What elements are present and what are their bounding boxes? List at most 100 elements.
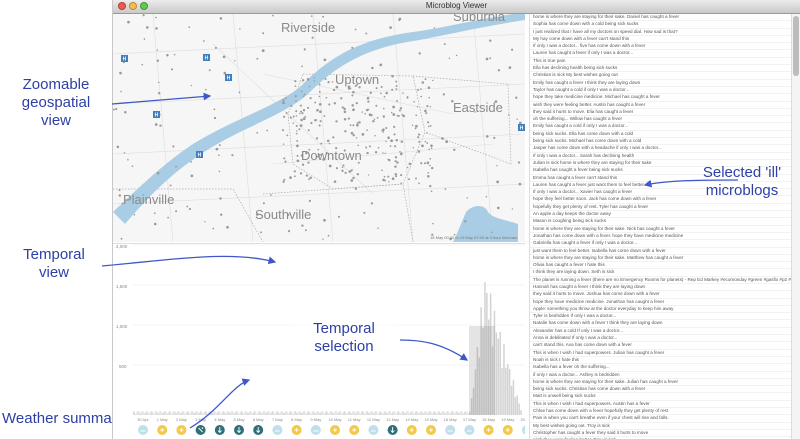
- microblog-list-item[interactable]: home is where they are staying for their…: [530, 14, 792, 22]
- microblog-list-item[interactable]: being sick sucks. Christian has come dow…: [530, 386, 792, 394]
- microblog-dot: [315, 137, 319, 140]
- microblog-list-item[interactable]: Natalie has come down with a fever I thi…: [530, 320, 792, 328]
- microblog-dot: [365, 32, 368, 35]
- microblog-feed[interactable]: home is where they are staying for their…: [529, 14, 792, 439]
- microblog-list-item[interactable]: hope they have medicine medicine. Jonath…: [530, 299, 792, 306]
- microblog-dot: [282, 99, 285, 102]
- feed-scrollbar[interactable]: [791, 14, 800, 439]
- weather-cloud-icon[interactable]: [522, 425, 532, 435]
- annotation-line: view: [38, 264, 69, 281]
- microblog-dot: [202, 40, 205, 42]
- microblog-list-item[interactable]: wish they were feeling better. Austin ha…: [530, 102, 792, 109]
- microblog-list-item[interactable]: Lauren has caught a fever if only I was …: [530, 50, 792, 58]
- microblog-list-item[interactable]: being sick sucks. Michael has come down …: [530, 138, 792, 146]
- timeline-date-label: 2 May: [176, 417, 187, 422]
- weather-cloud-icon[interactable]: [464, 425, 475, 435]
- microblog-list-item[interactable]: My hay come down with a fever can't stan…: [530, 36, 792, 44]
- microblog-list-item[interactable]: Christian is sick My best wishes going o…: [530, 72, 792, 80]
- microblog-list-item[interactable]: hope they take medicine medicine. Michae…: [530, 94, 792, 102]
- microblog-list-item[interactable]: Apple: something you throw at the doctor…: [530, 306, 792, 314]
- microblog-list-item[interactable]: Christopher has caught a fever they said…: [530, 430, 792, 438]
- microblog-list-item[interactable]: home is where they are staying for their…: [530, 379, 792, 387]
- histogram-bar: [514, 397, 517, 416]
- microblog-dot: [415, 124, 418, 128]
- microblog-list-item[interactable]: I just realized that I have all my docto…: [530, 29, 792, 36]
- weather-cloud-icon[interactable]: [445, 425, 456, 435]
- microblog-dot: [173, 53, 176, 56]
- microblog-list-item[interactable]: just want them to feel better. Isabella …: [530, 248, 792, 255]
- temporal-selection-overlay[interactable]: [469, 326, 495, 416]
- microblog-list-item[interactable]: Alexander has a cold If only I was a doc…: [530, 328, 792, 336]
- microblog-list-item[interactable]: oh the suffering... Willow has caught a …: [530, 116, 792, 124]
- weather-cloud-icon[interactable]: [310, 425, 321, 435]
- microblog-dot: [464, 220, 467, 223]
- microblog-list-item[interactable]: Jonathan has come down with a fever. hop…: [530, 233, 792, 241]
- microblog-list-item[interactable]: they said it hurts to move. Joshua has c…: [530, 291, 792, 299]
- microblog-list-item[interactable]: Matt is unwell being sick sucks: [530, 393, 792, 401]
- microblog-list-item[interactable]: An apple a day keeps the doctor away: [530, 211, 792, 219]
- microblog-list-item[interactable]: they said it hurts to move. Elia has cau…: [530, 109, 792, 117]
- microblog-list-item[interactable]: Isabella has a fever oh the suffering...: [530, 364, 792, 372]
- weather-cloud-icon[interactable]: [272, 425, 283, 435]
- geospatial-map[interactable]: H H H H H H Riverside Suburbia Uptown Eastsi…: [113, 14, 525, 242]
- microblog-list-item[interactable]: Emily has caught a fever I think they ar…: [530, 80, 792, 87]
- feed-scrollbar-thumb[interactable]: [793, 16, 799, 76]
- weather-cloud-icon[interactable]: [138, 425, 148, 435]
- microblog-list-item[interactable]: My best wishes going out. Troy is sick: [530, 423, 792, 430]
- microblog-dot: [351, 104, 354, 107]
- timeline-date-label: 19 May: [501, 417, 514, 422]
- microblog-list-item[interactable]: Anna is debilitated If only I was a doct…: [530, 335, 792, 343]
- microblog-list-item[interactable]: can't stand this. Ava has come down with…: [530, 342, 792, 350]
- microblog-list-item[interactable]: This is when I wish I had superpowers. A…: [530, 401, 792, 409]
- microblog-dot: [358, 121, 361, 124]
- microblog-dot: [428, 96, 430, 99]
- microblog-dot: [352, 176, 355, 180]
- microblog-dot: [354, 28, 357, 31]
- microblog-list-item[interactable]: Tyler is bedridden If only I was a docto…: [530, 313, 792, 321]
- microblog-dot: [394, 156, 398, 159]
- microblog-list-item[interactable]: If only I was a doctor... Sarah has decl…: [530, 153, 792, 160]
- microblog-list-item[interactable]: If only I was a doctor... five has come …: [530, 43, 792, 51]
- histogram-bar: [512, 379, 515, 416]
- microblog-list-item[interactable]: Noah is sick I hate this: [530, 357, 792, 365]
- microblog-list-item[interactable]: Chloe has come down with a fever hopeful…: [530, 408, 792, 416]
- microblog-list-item[interactable]: Ella has declining health being sick suc…: [530, 65, 792, 73]
- microblog-list-item[interactable]: Jasper has come down with a headache if …: [530, 145, 792, 153]
- microblog-dot: [313, 80, 316, 82]
- microblog-dot: [388, 158, 391, 162]
- microblog-dot: [445, 140, 448, 144]
- microblog-list-item[interactable]: Sophia has come down with a cold being s…: [530, 21, 792, 29]
- microblog-dot: [294, 175, 296, 178]
- microblog-dot: [213, 108, 216, 111]
- weather-strip[interactable]: 30 Apr 1 May 2 May 3 May 4 May 5 May 6 May 7 Ma…: [113, 415, 534, 439]
- annotation-temporal-selection: Temporal selection: [292, 320, 396, 356]
- microblog-list-item[interactable]: Taylor has caught a cold if only I was a…: [530, 87, 792, 95]
- microblog-dot: [351, 169, 353, 171]
- microblog-dot: [304, 115, 307, 118]
- microblog-list-item[interactable]: Olivia has caught a fever I hate this: [530, 262, 792, 270]
- microblog-list-item[interactable]: Gabriella has caught a fever if only I w…: [530, 240, 792, 248]
- microblog-dot: [366, 151, 369, 155]
- microblog-dot: [159, 124, 162, 127]
- weather-timeline[interactable]: 30 Apr 1 May 2 May 3 May 4 May 5 May 6 May 7 Ma…: [113, 415, 534, 439]
- microblog-list-item[interactable]: Hannah has caught a fever I think they a…: [530, 284, 792, 292]
- microblog-dot: [363, 211, 366, 214]
- microblog-list-item[interactable]: I think they are laying down. Seth is si…: [530, 269, 792, 277]
- microblog-dot: [496, 206, 500, 210]
- microblog-list-item[interactable]: This is true pain: [530, 58, 792, 66]
- microblog-list-item[interactable]: being sick sucks. Ella has come down wit…: [530, 131, 792, 139]
- microblog-list-item[interactable]: hopefully they get plenty of rest. Tyler…: [530, 204, 792, 212]
- microblog-list-item[interactable]: The planet is running a fever (there are…: [530, 277, 792, 284]
- map-canvas[interactable]: H H H H H H Riverside Suburbia Uptown Eastsi…: [113, 14, 525, 242]
- microblog-list-item[interactable]: Pain is when you can't breathe even if y…: [530, 415, 792, 423]
- annotation-line: microblogs: [705, 182, 779, 199]
- microblog-list-item[interactable]: Mason is coughing being sick sucks: [530, 218, 792, 226]
- microblog-list-item[interactable]: home is where they are staying for their…: [530, 255, 792, 263]
- annotation-temporal-view: Temporal view: [6, 246, 102, 282]
- microblog-list-item[interactable]: home is where they are staying for their…: [530, 226, 792, 233]
- microblog-list-item[interactable]: Emily has caught a cold if only I was a …: [530, 123, 792, 131]
- microblog-list-item[interactable]: if only I was a doctor... Ashley is bedr…: [530, 372, 792, 379]
- microblog-list-item[interactable]: This is when I wish I had superpowers. J…: [530, 350, 792, 357]
- microblog-dot: [325, 96, 328, 99]
- weather-cloud-icon[interactable]: [368, 425, 379, 435]
